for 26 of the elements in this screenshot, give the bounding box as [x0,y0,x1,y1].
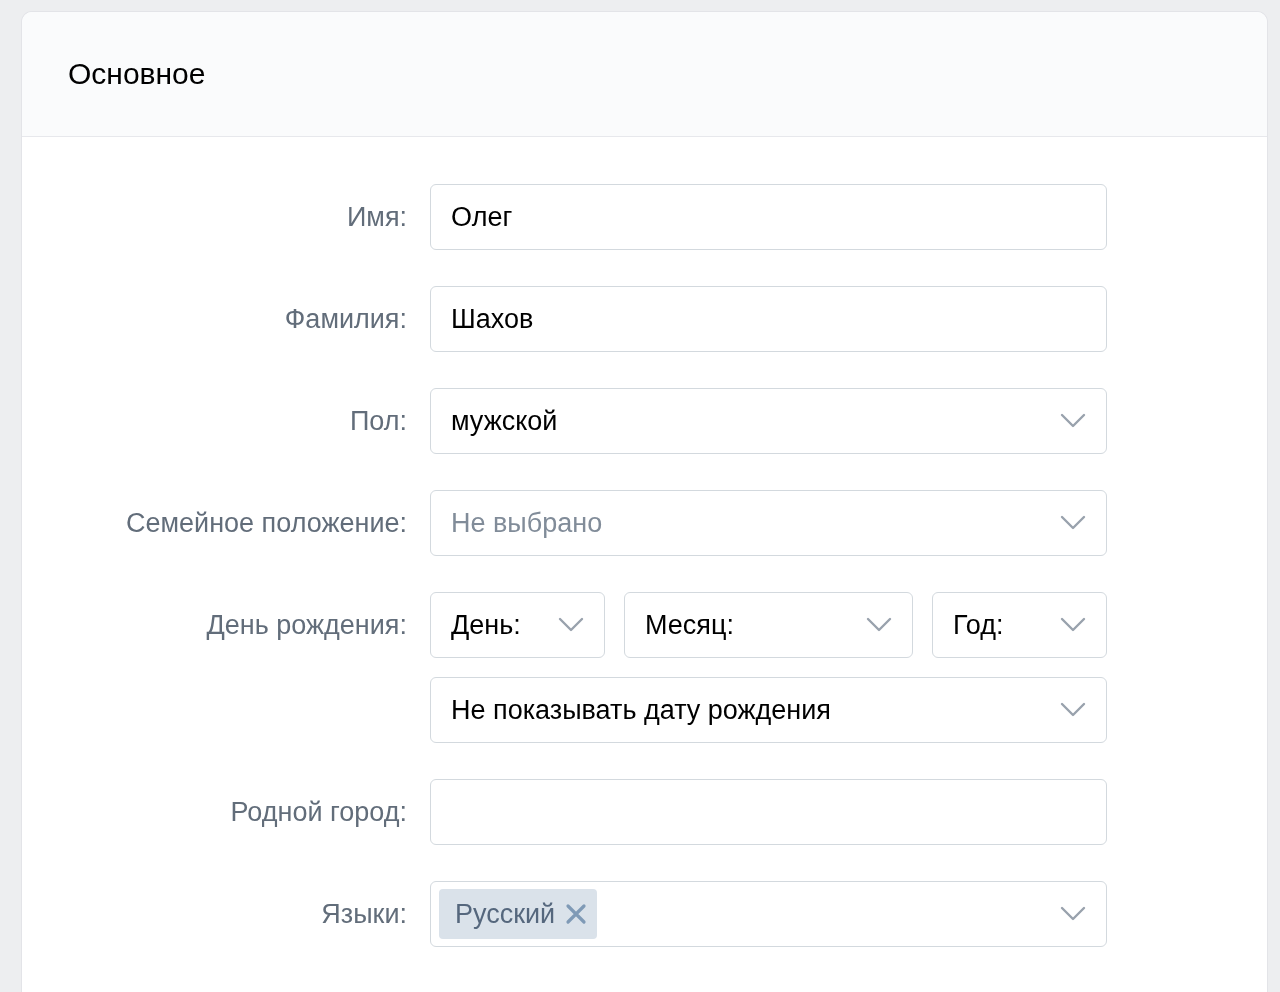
visibility-dropdown[interactable]: Не показывать дату рождения [430,677,1107,743]
tags-field[interactable]: Русский [430,881,1107,947]
chevron-down-icon [558,617,584,633]
language-tag: Русский [439,889,598,939]
field-label: День рождения: [205,609,407,642]
text-field[interactable]: Шахов [430,286,1107,352]
date-dropdown[interactable]: День: [430,592,605,658]
chevron-down-icon [1060,702,1086,718]
field-label: Фамилия: [283,303,407,336]
date-dropdown[interactable]: Год: [932,592,1107,658]
chevron-down-icon [866,617,892,633]
text-field[interactable]: Олег [430,184,1107,250]
field-label: Родной город: [229,796,407,829]
field-label: Семейное положение: [124,507,407,540]
chevron-down-icon [1060,906,1086,922]
chevron-down-icon [1060,515,1086,531]
chevron-down-icon [1060,413,1086,429]
remove-icon[interactable] [565,903,588,925]
chevron-down-icon [1060,617,1086,633]
field-label: Пол: [348,405,407,438]
section-title: Основное [68,57,206,91]
field-label: Имя: [345,201,407,234]
dropdown[interactable]: мужской [430,388,1107,454]
date-dropdown[interactable]: Месяц: [624,592,913,658]
text-field[interactable] [430,779,1107,845]
field-label: Языки: [320,898,407,931]
